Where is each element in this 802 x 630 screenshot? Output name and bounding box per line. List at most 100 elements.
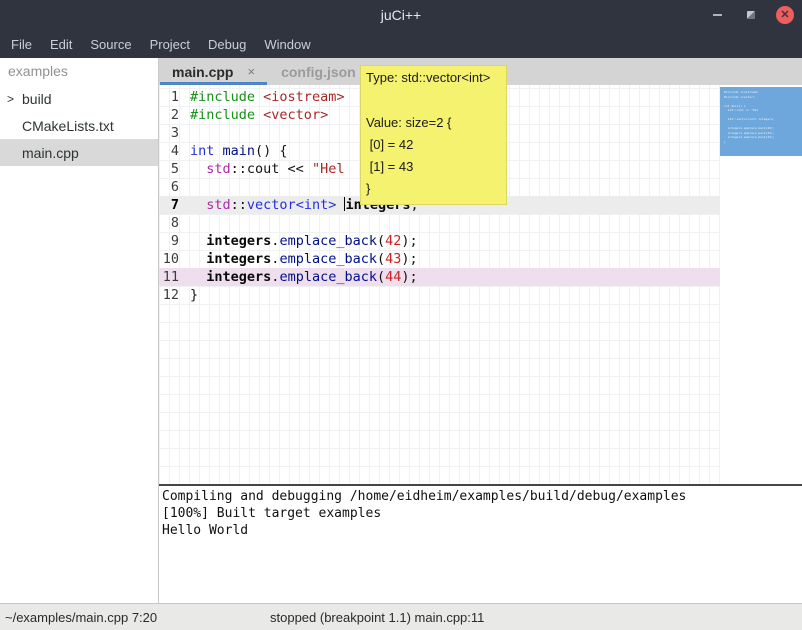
token-dir: #include	[190, 89, 255, 105]
menu-bar: FileEditSourceProjectDebugWindow	[0, 30, 802, 58]
token-ns: std	[206, 197, 230, 213]
menu-item-project[interactable]: Project	[141, 32, 199, 57]
editor-content-column: main.cpp × config.json 1 #include <iostream…	[159, 58, 802, 603]
line-number: 4	[159, 142, 185, 160]
project-name-header: examples	[0, 58, 158, 85]
console-line: Hello World	[162, 522, 802, 539]
code-line[interactable]: 10 integers.emplace_back(43);	[159, 250, 720, 268]
token-pl: (	[377, 269, 385, 285]
menu-item-file[interactable]: File	[2, 32, 41, 57]
line-number: 5	[159, 160, 185, 178]
token-pl	[255, 107, 263, 123]
file-tree-sidebar: examples >build CMakeLists.txt main.cpp	[0, 58, 159, 603]
token-num: 43	[385, 251, 401, 267]
token-pl	[190, 233, 206, 249]
console-line: [100%] Built target examples	[162, 505, 802, 522]
tab-label: main.cpp	[172, 64, 233, 80]
status-bar: ~/examples/main.cpp 7:20 stopped (breakp…	[0, 603, 802, 630]
token-pl: );	[401, 251, 417, 267]
token-kw: int	[190, 143, 214, 159]
code-text	[185, 214, 190, 232]
token-kw: vector<int>	[247, 197, 336, 213]
code-line[interactable]: 8	[159, 214, 720, 232]
code-line[interactable]: 9 integers.emplace_back(42);	[159, 232, 720, 250]
token-fn: emplace_back	[279, 269, 377, 285]
token-fn: emplace_back	[279, 233, 377, 249]
token-pl	[336, 197, 344, 213]
maximize-icon[interactable]	[742, 6, 760, 24]
token-pl: ::	[231, 197, 247, 213]
close-icon[interactable]: ×	[247, 64, 255, 79]
line-number: 1	[159, 88, 185, 106]
tab-main-cpp[interactable]: main.cpp ×	[159, 58, 268, 85]
token-num: 44	[385, 269, 401, 285]
line-number: 12	[159, 286, 185, 304]
code-text: integers.emplace_back(42);	[185, 232, 418, 250]
menu-item-window[interactable]: Window	[255, 32, 319, 57]
menu-item-debug[interactable]: Debug	[199, 32, 255, 57]
window-controls: ✕	[708, 0, 794, 30]
menu-item-source[interactable]: Source	[81, 32, 140, 57]
token-str: "Hel	[312, 161, 345, 177]
line-number: 3	[159, 124, 185, 142]
debug-value-tooltip: Type: std::vector<int> Value: size=2 { […	[360, 65, 507, 205]
main-area: examples >build CMakeLists.txt main.cpp ma…	[0, 58, 802, 603]
tooltip-value-block: Value: size=2 { [0] = 42 [1] = 43}	[366, 112, 504, 200]
sidebar-item-build[interactable]: >build	[0, 85, 158, 112]
code-text: std::cout << "Hel	[185, 160, 344, 178]
token-ns: std	[206, 161, 230, 177]
tree-item-label: build	[22, 91, 52, 107]
minimap[interactable]: #include <iostream> #include <vector> in…	[720, 85, 802, 484]
file-tree: >build CMakeLists.txt main.cpp	[0, 85, 158, 166]
code-text: #include <vector>	[185, 106, 328, 124]
line-number: 9	[159, 232, 185, 250]
token-num: 42	[385, 233, 401, 249]
token-pl: ::cout <<	[231, 161, 312, 177]
code-text: }	[185, 286, 198, 304]
minimize-icon[interactable]	[708, 6, 726, 24]
code-line[interactable]: 11 integers.emplace_back(44);	[159, 268, 720, 286]
close-icon[interactable]: ✕	[776, 6, 794, 24]
token-fn: emplace_back	[279, 251, 377, 267]
tree-item-label: CMakeLists.txt	[22, 118, 114, 134]
token-pl	[190, 269, 206, 285]
line-number: 6	[159, 178, 185, 196]
console-output[interactable]: Compiling and debugging /home/eidheim/ex…	[159, 484, 802, 603]
title-bar: juCi++ ✕	[0, 0, 802, 30]
token-var: integers	[206, 251, 271, 267]
tooltip-value-line: [1] = 43	[366, 156, 504, 178]
token-pl: );	[401, 269, 417, 285]
tooltip-value-line: Value: size=2 {	[366, 112, 504, 134]
token-pl: () {	[255, 143, 288, 159]
code-text	[185, 124, 190, 142]
window-title: juCi++	[0, 7, 802, 23]
sidebar-item-cmakelists-txt[interactable]: CMakeLists.txt	[0, 112, 158, 139]
token-pl	[190, 251, 206, 267]
minimap-viewport[interactable]: #include <iostream> #include <vector> in…	[720, 87, 802, 156]
token-fn: main	[223, 143, 256, 159]
line-number: 7	[159, 196, 185, 214]
code-line[interactable]: 12}	[159, 286, 720, 304]
line-number: 10	[159, 250, 185, 268]
token-var: integers	[206, 269, 271, 285]
code-text: integers.emplace_back(44);	[185, 268, 418, 286]
token-hdr: <vector>	[263, 107, 328, 123]
menu-item-edit[interactable]: Edit	[41, 32, 81, 57]
chevron-right-icon[interactable]: >	[7, 92, 22, 106]
token-pl: }	[190, 287, 198, 303]
tooltip-value-line: [0] = 42	[366, 134, 504, 156]
token-pl	[214, 143, 222, 159]
line-number: 2	[159, 106, 185, 124]
status-file-position: ~/examples/main.cpp 7:20	[5, 610, 157, 625]
code-text: int main() {	[185, 142, 288, 160]
token-pl	[190, 161, 206, 177]
tab-config-json[interactable]: config.json	[268, 58, 369, 85]
tab-label: config.json	[281, 64, 356, 80]
console-line: Compiling and debugging /home/eidheim/ex…	[162, 488, 802, 505]
token-hdr: <iostream>	[263, 89, 344, 105]
token-pl	[255, 89, 263, 105]
code-text	[185, 178, 190, 196]
token-pl: (	[377, 233, 385, 249]
line-number: 11	[159, 268, 185, 286]
sidebar-item-main-cpp[interactable]: main.cpp	[0, 139, 158, 166]
